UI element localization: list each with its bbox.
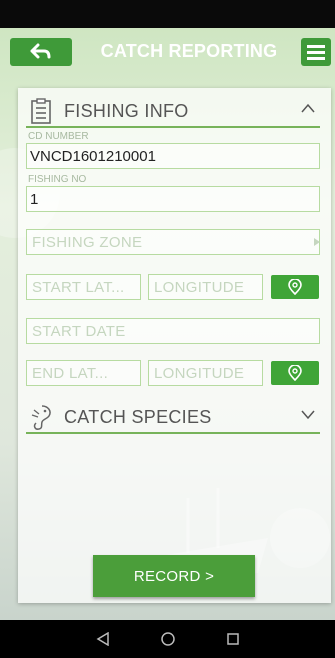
nav-back-triangle-icon <box>96 632 109 646</box>
start-location-button[interactable] <box>271 275 319 299</box>
end-longitude-placeholder: LONGITUDE <box>154 365 245 382</box>
start-longitude-placeholder: LONGITUDE <box>154 279 245 296</box>
start-date-field[interactable]: START DATE <box>26 318 320 344</box>
app-screen: CATCH REPORTING FISHING INFO CD NUMBER V… <box>0 28 335 620</box>
status-bar <box>0 0 335 28</box>
end-lat-field[interactable]: END LAT... <box>26 360 141 386</box>
end-longitude-field[interactable]: LONGITUDE <box>148 360 263 386</box>
start-date-placeholder: START DATE <box>32 323 126 340</box>
fishing-info-header[interactable]: FISHING INFO <box>26 92 320 128</box>
nav-recents-square-icon <box>227 633 239 645</box>
location-pin-icon <box>288 365 302 381</box>
back-button[interactable] <box>10 38 72 66</box>
catch-species-header[interactable]: CATCH SPECIES <box>26 398 320 434</box>
app-header: CATCH REPORTING <box>0 38 335 70</box>
start-lat-placeholder: START LAT... <box>32 279 125 296</box>
chevron-down-icon <box>301 410 315 420</box>
end-lat-placeholder: END LAT... <box>32 365 109 382</box>
fishing-no-caption: FISHING NO <box>28 174 87 185</box>
form-card: FISHING INFO CD NUMBER VNCD1601210001 FI… <box>18 88 331 603</box>
catch-species-title: CATCH SPECIES <box>64 407 212 427</box>
fishing-zone-select[interactable]: FISHING ZONE <box>26 229 320 255</box>
page-title: CATCH REPORTING <box>100 41 278 61</box>
fish-hook-icon <box>31 405 51 430</box>
nav-back-button[interactable] <box>96 632 110 646</box>
menu-button[interactable] <box>301 38 331 66</box>
document-icon <box>31 98 51 124</box>
chevron-up-icon <box>301 103 315 113</box>
end-location-button[interactable] <box>271 361 319 385</box>
dropdown-corner-icon <box>314 238 320 246</box>
location-pin-icon <box>288 279 302 295</box>
fishing-no-value: 1 <box>30 191 39 208</box>
record-button[interactable]: RECORD > <box>93 555 255 597</box>
cd-number-caption: CD NUMBER <box>28 131 89 142</box>
hamburger-menu-icon <box>307 45 325 60</box>
fishing-info-title: FISHING INFO <box>64 101 189 121</box>
cd-number-value: VNCD1601210001 <box>30 148 156 165</box>
nav-home-button[interactable] <box>161 632 176 646</box>
nav-recents-button[interactable] <box>227 633 239 645</box>
fishing-no-field[interactable]: 1 <box>26 186 320 212</box>
android-navigation-bar <box>0 620 335 658</box>
cd-number-field[interactable]: VNCD1601210001 <box>26 143 320 169</box>
back-arrow-icon <box>30 43 51 59</box>
start-longitude-field[interactable]: LONGITUDE <box>148 274 263 300</box>
start-lat-field[interactable]: START LAT... <box>26 274 141 300</box>
fishing-zone-placeholder: FISHING ZONE <box>32 234 143 251</box>
nav-home-circle-icon <box>161 632 176 646</box>
